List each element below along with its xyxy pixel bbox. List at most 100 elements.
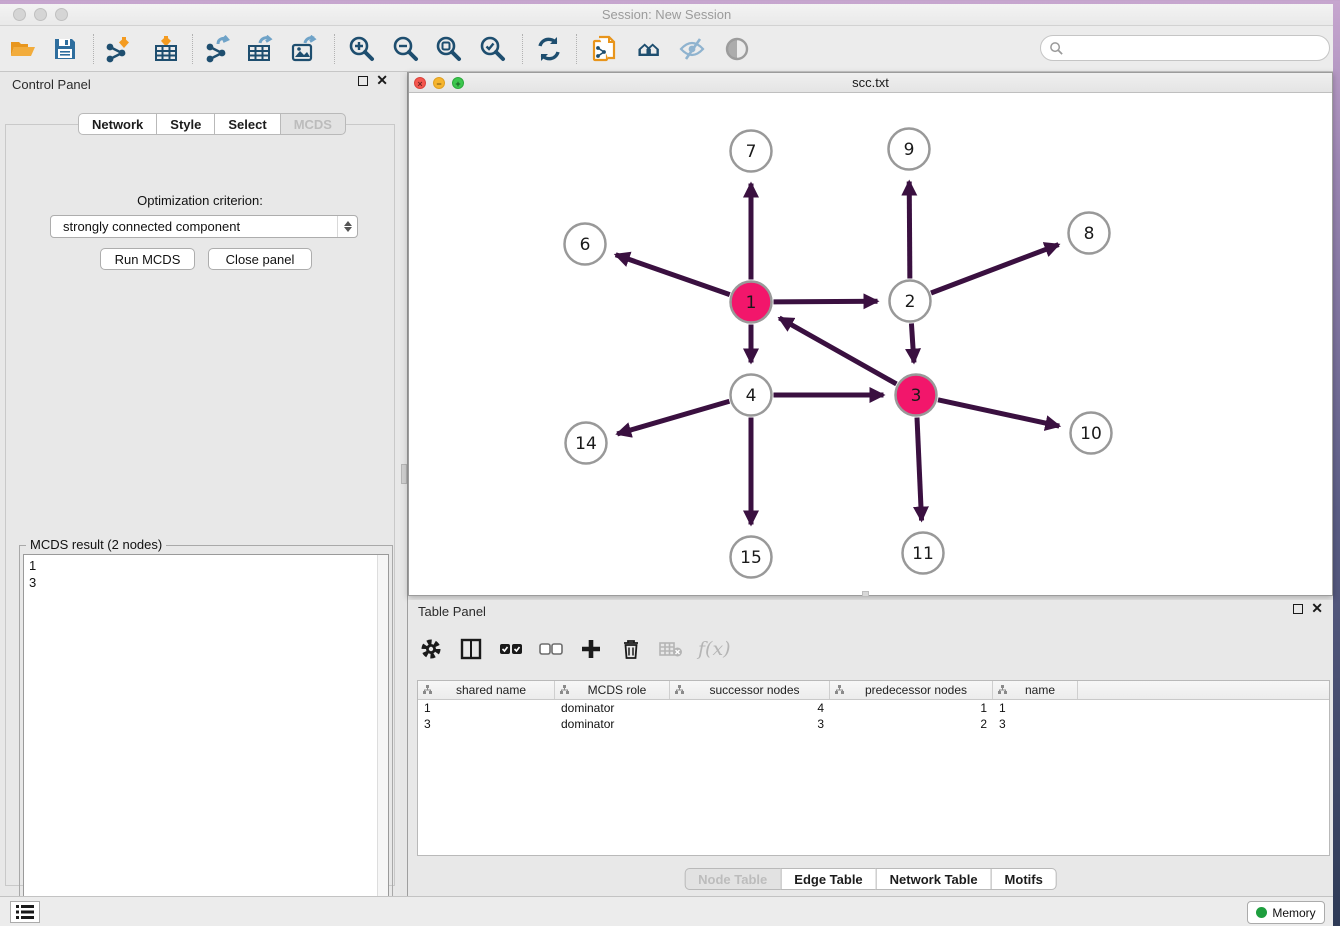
- cell-1-name[interactable]: 1: [993, 700, 1078, 716]
- table-header-row: shared nameMCDS rolesuccessor nodesprede…: [418, 681, 1329, 700]
- apply-layout-icon[interactable]: [532, 33, 566, 65]
- graph-edge-3-1[interactable]: [779, 318, 896, 384]
- optimization-criterion-label: Optimization criterion:: [6, 193, 394, 208]
- graph-node-label-6: 6: [580, 235, 591, 255]
- column-header-predecessor-nodes[interactable]: predecessor nodes: [830, 681, 993, 699]
- window-resize-handle[interactable]: [862, 591, 869, 597]
- zoom-selected-icon[interactable]: [476, 33, 510, 65]
- delete-table-icon: [658, 636, 684, 662]
- close-panel-icon[interactable]: ✕: [376, 75, 388, 85]
- mcds-result-area[interactable]: 1 3: [23, 554, 389, 926]
- unselect-all-columns-icon[interactable]: [538, 636, 564, 662]
- graph-edge-2-3[interactable]: [911, 323, 913, 362]
- status-bar: Memory: [0, 896, 1333, 926]
- mcds-result-text: 1 3: [29, 557, 36, 591]
- search-icon: [1049, 41, 1064, 56]
- tab-edge-table[interactable]: Edge Table: [780, 868, 876, 890]
- new-network-from-selection-icon[interactable]: [587, 33, 621, 65]
- cell-2-name[interactable]: 3: [993, 716, 1078, 732]
- delete-column-icon[interactable]: [618, 636, 644, 662]
- tab-select[interactable]: Select: [214, 113, 280, 135]
- function-builder-icon: f(x): [698, 638, 731, 660]
- graph-edge-3-10[interactable]: [938, 400, 1059, 426]
- open-session-icon[interactable]: [6, 33, 40, 65]
- graph-edge-2-9[interactable]: [909, 181, 910, 278]
- application-window: Session: New Session: [0, 4, 1333, 926]
- cell-1-successor-nodes[interactable]: 4: [670, 700, 830, 716]
- criterion-value: strongly connected component: [51, 219, 337, 234]
- cell-1-MCDS-role[interactable]: dominator: [555, 700, 670, 716]
- import-network-icon[interactable]: [101, 33, 135, 65]
- zoom-fit-icon[interactable]: [432, 33, 466, 65]
- search-input[interactable]: [1064, 38, 1329, 58]
- graph-edge-4-14[interactable]: [617, 401, 729, 434]
- mcds-result-title: MCDS result (2 nodes): [26, 537, 166, 552]
- graph-node-label-4: 4: [746, 386, 757, 406]
- cell-2-shared-name[interactable]: 3: [418, 716, 555, 732]
- float-panel-icon[interactable]: [358, 75, 368, 89]
- graph-node-label-8: 8: [1084, 224, 1095, 244]
- tab-network[interactable]: Network: [78, 113, 157, 135]
- settings-gear-icon[interactable]: [418, 636, 444, 662]
- export-image-icon[interactable]: [288, 33, 322, 65]
- cell-1-shared-name[interactable]: 1: [418, 700, 555, 716]
- save-session-icon[interactable]: [48, 33, 82, 65]
- export-table-icon[interactable]: [244, 33, 278, 65]
- cell-2-MCDS-role[interactable]: dominator: [555, 716, 670, 732]
- task-history-button[interactable]: [10, 901, 40, 923]
- add-column-icon[interactable]: [578, 636, 604, 662]
- mcds-result-group: MCDS result (2 nodes) 1 3: [19, 545, 393, 926]
- column-header-MCDS-role[interactable]: MCDS role: [555, 681, 670, 699]
- table-tabs: Node Table Edge Table Network Table Moti…: [684, 868, 1057, 890]
- graph-edge-1-6[interactable]: [616, 255, 730, 295]
- result-scrollbar[interactable]: [377, 555, 388, 925]
- graph-edge-2-8[interactable]: [931, 245, 1059, 293]
- graph-node-label-11: 11: [912, 544, 934, 564]
- divider-handle-icon[interactable]: [401, 464, 407, 484]
- run-mcds-button[interactable]: Run MCDS: [100, 248, 195, 270]
- close-panel-button[interactable]: Close panel: [208, 248, 312, 270]
- export-network-icon[interactable]: [201, 33, 235, 65]
- attribute-tree-icon: [423, 685, 432, 695]
- table-row-1[interactable]: 1dominator411: [418, 700, 1329, 716]
- table-toolbar: f(x): [418, 630, 731, 668]
- graph-node-label-10: 10: [1080, 424, 1102, 444]
- column-header-name[interactable]: name: [993, 681, 1078, 699]
- memory-status-icon: [1256, 907, 1267, 918]
- table-panel-title: Table Panel: [418, 604, 486, 619]
- table-row-2[interactable]: 3dominator323: [418, 716, 1329, 732]
- tab-mcds[interactable]: MCDS: [280, 113, 346, 135]
- close-table-panel-icon[interactable]: ✕: [1311, 603, 1323, 613]
- graph-canvas[interactable]: 7968124314101511: [409, 93, 1332, 595]
- cell-1-predecessor-nodes[interactable]: 1: [830, 700, 993, 716]
- criterion-dropdown[interactable]: strongly connected component: [50, 215, 358, 238]
- column-header-successor-nodes[interactable]: successor nodes: [670, 681, 830, 699]
- panel-divider[interactable]: [400, 72, 408, 896]
- split-view-icon[interactable]: [458, 636, 484, 662]
- graph-node-label-2: 2: [905, 292, 916, 312]
- graph-node-label-3: 3: [911, 386, 922, 406]
- zoom-in-icon[interactable]: [345, 33, 379, 65]
- memory-button[interactable]: Memory: [1247, 901, 1325, 924]
- float-table-panel-icon[interactable]: [1293, 603, 1303, 617]
- tab-motifs[interactable]: Motifs: [991, 868, 1057, 890]
- graph-edge-3-11[interactable]: [917, 417, 922, 520]
- tab-style[interactable]: Style: [156, 113, 215, 135]
- import-table-icon[interactable]: [149, 33, 183, 65]
- network-title: scc.txt: [409, 75, 1332, 90]
- graph-edge-1-2[interactable]: [773, 301, 877, 302]
- cell-2-predecessor-nodes[interactable]: 2: [830, 716, 993, 732]
- hide-selected-icon[interactable]: [675, 33, 709, 65]
- cell-2-successor-nodes[interactable]: 3: [670, 716, 830, 732]
- first-neighbors-icon[interactable]: ⌂⌂: [631, 33, 665, 65]
- network-window-titlebar[interactable]: × − + scc.txt: [409, 73, 1332, 93]
- search-field[interactable]: [1040, 35, 1330, 61]
- list-icon: [16, 905, 34, 919]
- zoom-out-icon[interactable]: [389, 33, 423, 65]
- column-header-shared-name[interactable]: shared name: [418, 681, 555, 699]
- select-all-columns-icon[interactable]: [498, 636, 524, 662]
- attribute-tree-icon: [998, 685, 1007, 695]
- dropdown-stepper-icon: [337, 216, 357, 237]
- tab-network-table[interactable]: Network Table: [876, 868, 992, 890]
- tab-node-table[interactable]: Node Table: [684, 868, 781, 890]
